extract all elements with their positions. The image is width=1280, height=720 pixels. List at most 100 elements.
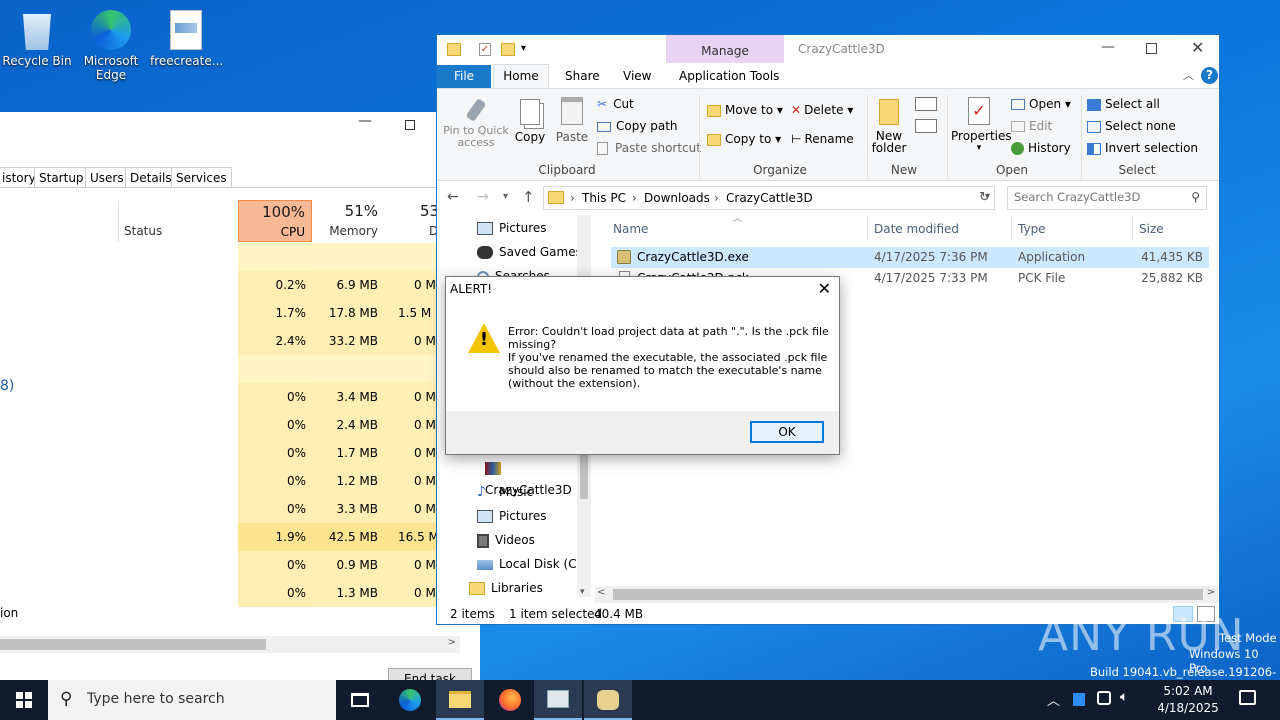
column-status[interactable]: Status [124, 224, 162, 238]
clock[interactable]: 5:02 AM 4/18/2025 [1150, 683, 1226, 717]
up-button[interactable]: ↑ [522, 188, 535, 206]
file-list-hscrollbar[interactable]: < > [595, 586, 1219, 603]
tray-app-icon[interactable] [1073, 693, 1085, 706]
column-disk-header[interactable]: 53 D [384, 200, 444, 242]
copy-path-button[interactable]: Copy path [597, 119, 678, 137]
tab-file[interactable]: File [437, 65, 491, 88]
process-row[interactable]: 0% 0.9 MB 0 M [0, 551, 460, 579]
open-button[interactable]: Open ▾ [1011, 97, 1071, 111]
tab-home[interactable]: Home [493, 64, 549, 89]
taskbar-crazycattle3d[interactable] [584, 680, 632, 720]
context-tab-manage[interactable]: Manage [666, 35, 784, 63]
taskbar-task-manager[interactable] [534, 680, 582, 720]
process-row[interactable]: 0% 2.4 MB 0 M [0, 411, 460, 439]
column-cpu-header[interactable]: 100% CPU [238, 200, 312, 242]
task-view-button[interactable] [336, 680, 384, 720]
process-row[interactable]: 0% 3.4 MB 0 M [0, 383, 460, 411]
column-memory-header[interactable]: 51% Memory [312, 200, 384, 242]
show-hidden-icons-button[interactable]: ︿ [1047, 690, 1060, 709]
breadcrumb-crazycattle3d[interactable]: CrazyCattle3D [726, 191, 813, 205]
close-button[interactable]: ✕ [1191, 38, 1204, 57]
nav-item-pictures[interactable]: Pictures [477, 217, 547, 239]
process-row[interactable]: 0% 1.3 MB 0 M [0, 579, 460, 607]
forward-button[interactable]: → [477, 189, 489, 205]
desktop-icon-freecreate[interactable]: freecreate... [150, 4, 223, 68]
tab-view[interactable]: View [623, 69, 651, 83]
breadcrumb-downloads[interactable]: Downloads [644, 191, 710, 205]
new-folder-button[interactable]: New folder [871, 97, 907, 154]
recent-locations-button[interactable]: ▾ [503, 191, 508, 202]
help-icon[interactable]: ? [1201, 67, 1218, 84]
process-row[interactable]: 1.9% 42.5 MB 16.5 M [0, 523, 460, 551]
start-button[interactable] [0, 680, 48, 720]
column-header-size[interactable]: Size [1139, 222, 1164, 236]
column-header-date[interactable]: Date modified [874, 222, 959, 236]
desktop-icon-recycle-bin[interactable]: Recycle Bin [1, 4, 73, 68]
notifications-icon[interactable] [1239, 690, 1256, 705]
select-none-button[interactable]: Select none [1087, 119, 1176, 133]
nav-item-saved-games[interactable]: Saved Games [477, 241, 582, 263]
collapse-ribbon-icon[interactable]: ︿ [1183, 67, 1194, 83]
tab-share[interactable]: Share [565, 69, 600, 83]
process-row[interactable]: 0% 1.2 MB 0 M [0, 467, 460, 495]
copy-to-button[interactable]: Copy to ▾ [707, 132, 781, 146]
process-row[interactable]: 2.4% 33.2 MB 0 M [0, 327, 460, 355]
nav-item-local-disk[interactable]: Local Disk (C:) [477, 553, 585, 575]
ok-button[interactable]: OK [750, 421, 824, 443]
search-box[interactable]: ⚲ [1007, 186, 1207, 210]
pin-quick-access-button[interactable]: Pin to Quick access [443, 97, 509, 157]
select-all-button[interactable]: Select all [1087, 97, 1160, 111]
nav-item-videos[interactable]: Videos [477, 529, 535, 551]
history-button[interactable]: History [1011, 141, 1071, 155]
taskbar-file-explorer[interactable] [436, 680, 484, 720]
taskbar-search-box[interactable]: ⚲ Type here to search [48, 680, 336, 720]
cut-button[interactable]: ✂ Cut [597, 97, 634, 115]
tab-details[interactable]: Details [125, 167, 177, 187]
process-row[interactable]: 1.7% 17.8 MB 1.5 M [0, 299, 460, 327]
process-row[interactable] [0, 355, 460, 383]
column-header-name[interactable]: Name [613, 222, 648, 236]
tab-users[interactable]: Users [85, 167, 129, 187]
taskbar-edge[interactable] [386, 680, 434, 720]
process-row[interactable] [0, 243, 460, 271]
copy-button[interactable]: Copy [513, 97, 547, 153]
nav-item-crazycattle3d[interactable]: CrazyCattle3D [485, 457, 591, 497]
process-row[interactable]: 0.2% 6.9 MB 0 M [0, 271, 460, 299]
taskbar-firefox[interactable] [486, 680, 534, 720]
invert-selection-button[interactable]: Invert selection [1087, 141, 1198, 155]
minimize-button[interactable]: — [358, 114, 372, 130]
maximize-button[interactable] [1146, 43, 1157, 54]
process-row[interactable]: 0% 1.7 MB 0 M [0, 439, 460, 467]
move-to-button[interactable]: Move to ▾ [707, 103, 783, 117]
paste-shortcut-button[interactable]: Paste shortcut [597, 141, 701, 159]
close-button[interactable]: ✕ [818, 279, 831, 298]
horizontal-scrollbar[interactable]: > [0, 636, 460, 653]
new-folder-icon[interactable] [501, 43, 515, 56]
column-header-type[interactable]: Type [1018, 222, 1046, 236]
rename-button[interactable]: ⊢ Rename [791, 132, 854, 146]
network-icon[interactable] [1097, 691, 1111, 705]
easy-access-icon[interactable] [915, 119, 937, 133]
nav-item-libraries[interactable]: Libraries [469, 577, 543, 599]
new-item-icon[interactable] [915, 97, 937, 111]
customize-toolbar-icon[interactable]: ▾ [521, 43, 526, 54]
search-input[interactable] [1014, 190, 1179, 204]
delete-button[interactable]: ✕ Delete ▾ [791, 103, 853, 117]
paste-button[interactable]: Paste [554, 97, 590, 153]
refresh-button[interactable]: ↻ [979, 190, 990, 205]
back-button[interactable]: ← [447, 189, 459, 205]
nav-item-music[interactable]: ♪ Music [477, 481, 533, 503]
maximize-button[interactable] [405, 120, 415, 130]
properties-button[interactable]: ✓ Properties ▾ [951, 97, 1012, 153]
tab-startup[interactable]: Startup [34, 167, 89, 187]
tab-application-tools[interactable]: Application Tools [679, 69, 779, 83]
desktop-icon-edge[interactable]: Microsoft Edge [75, 4, 147, 82]
breadcrumb-this-pc[interactable]: This PC [582, 191, 626, 205]
file-row-selected[interactable]: CrazyCattle3D.exe 4/17/2025 7:36 PM Appl… [611, 247, 1209, 268]
edit-button[interactable]: Edit [1011, 119, 1052, 133]
address-bar[interactable]: › This PC › Downloads › CrazyCattle3D ▾ [543, 186, 995, 210]
minimize-button[interactable]: — [1101, 39, 1115, 55]
nav-item-pictures[interactable]: Pictures [477, 505, 547, 527]
process-row[interactable]: 0% 3.3 MB 0 M [0, 495, 460, 523]
properties-icon[interactable]: ✓ [479, 43, 491, 56]
